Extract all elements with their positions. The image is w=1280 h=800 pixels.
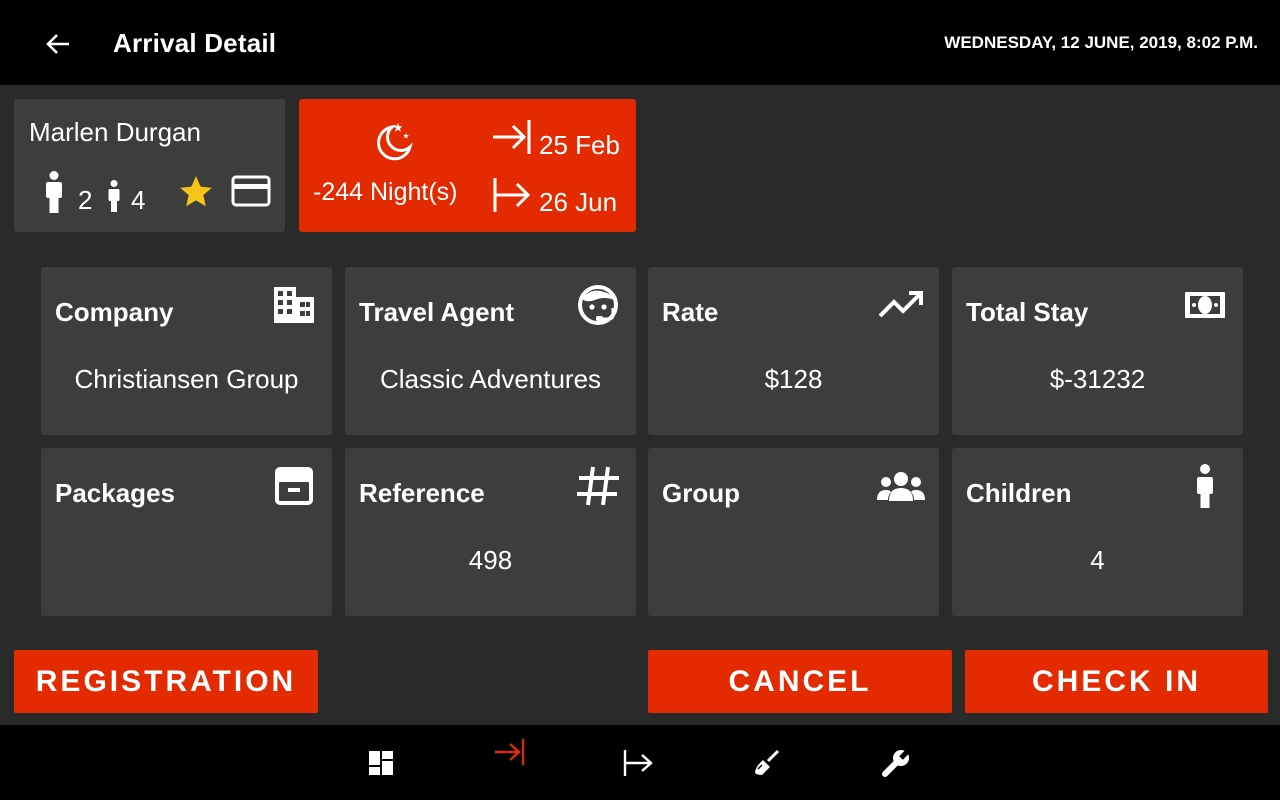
travel-agent-label: Travel Agent xyxy=(359,297,515,327)
company-tile[interactable]: Company Christiansen Group xyxy=(41,267,332,435)
children-label: Children xyxy=(966,478,1072,508)
reference-tile[interactable]: Reference 498 xyxy=(345,448,636,616)
children-value: 4 xyxy=(1090,545,1105,575)
children-count: 4 xyxy=(131,185,146,215)
night-moon-icon xyxy=(377,123,413,161)
total-stay-label: Total Stay xyxy=(966,297,1089,327)
group-tile[interactable]: Group xyxy=(648,448,939,616)
reference-label: Reference xyxy=(359,478,485,508)
reference-value: 498 xyxy=(468,545,513,575)
check-in-button[interactable]: CHECK IN xyxy=(965,650,1268,713)
arrival-icon xyxy=(493,120,531,154)
departures-icon[interactable] xyxy=(618,743,658,783)
stay-summary-card: -244 Night(s) 25 Feb 26 Jun xyxy=(299,99,636,232)
packages-tile[interactable]: Packages xyxy=(41,448,332,616)
arrival-date: 25 Feb xyxy=(539,130,620,160)
adult-icon xyxy=(46,171,62,213)
company-label: Company xyxy=(55,297,174,327)
adult-count: 2 xyxy=(78,185,93,215)
star-icon xyxy=(180,176,212,207)
arrivals-icon[interactable] xyxy=(490,732,530,772)
current-datetime: WEDNESDAY, 12 JUNE, 2019, 8:02 P.M. xyxy=(944,33,1258,52)
maintenance-icon[interactable] xyxy=(876,743,916,783)
back-button[interactable] xyxy=(40,28,76,60)
child-icon xyxy=(1181,464,1229,508)
children-tile[interactable]: Children 4 xyxy=(952,448,1243,616)
package-icon xyxy=(270,464,318,508)
top-app-bar: Arrival Detail WEDNESDAY, 12 JUNE, 2019,… xyxy=(0,0,1280,85)
arrow-left-icon xyxy=(46,34,69,54)
departure-date: 26 Jun xyxy=(539,187,618,217)
rate-label: Rate xyxy=(662,297,719,327)
hash-icon xyxy=(574,464,622,508)
group-label: Group xyxy=(662,478,740,508)
child-icon xyxy=(108,180,120,212)
cancel-button[interactable]: CANCEL xyxy=(648,650,952,713)
money-icon xyxy=(1181,283,1229,327)
rate-tile[interactable]: Rate $128 xyxy=(648,267,939,435)
total-stay-tile[interactable]: Total Stay $-31232 xyxy=(952,267,1243,435)
guest-name: Marlen Durgan xyxy=(29,117,201,147)
trending-up-icon xyxy=(877,283,925,327)
page-title: Arrival Detail xyxy=(113,28,277,58)
total-stay-value: $-31232 xyxy=(1049,364,1146,394)
nights-count: -244 Night(s) xyxy=(313,178,458,206)
packages-label: Packages xyxy=(55,478,175,508)
registration-button[interactable]: REGISTRATION xyxy=(14,650,318,713)
departure-icon xyxy=(493,178,531,212)
rate-value: $128 xyxy=(764,364,823,394)
credit-card-icon[interactable] xyxy=(231,175,271,207)
bottom-navigation xyxy=(0,725,1280,800)
housekeeping-icon[interactable] xyxy=(747,743,787,783)
agent-face-icon xyxy=(574,283,622,327)
building-icon xyxy=(270,283,318,327)
company-value: Christiansen Group xyxy=(74,364,299,394)
group-icon xyxy=(877,464,925,508)
guest-summary-card: Marlen Durgan 2 4 xyxy=(14,99,285,232)
travel-agent-value: Classic Adventures xyxy=(379,364,602,394)
dashboard-icon[interactable] xyxy=(361,743,401,783)
travel-agent-tile[interactable]: Travel Agent Classic Adventures xyxy=(345,267,636,435)
